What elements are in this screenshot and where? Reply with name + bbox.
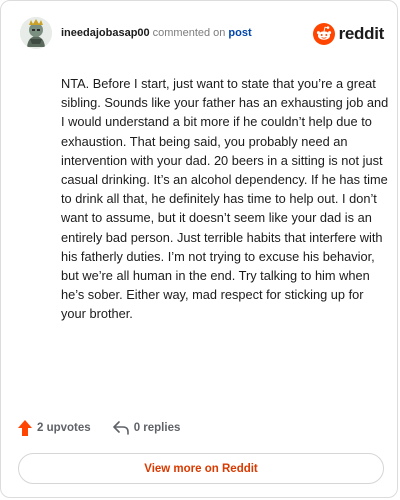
- username-link[interactable]: ineedajobasap00: [61, 27, 150, 39]
- comment-actions: 2 upvotes 0 replies: [18, 419, 180, 437]
- reddit-brand-link[interactable]: reddit: [312, 22, 385, 46]
- reply-arrow-icon: [112, 421, 129, 435]
- reddit-snoo-icon: [312, 23, 335, 45]
- view-more-button[interactable]: View more on Reddit: [18, 453, 384, 484]
- upvote-button[interactable]: 2 upvotes: [18, 420, 91, 436]
- reply-count: 0 replies: [133, 422, 181, 434]
- comment-meta: ineedajobasap00 commented on post: [61, 26, 252, 40]
- user-avatar[interactable]: [20, 17, 52, 49]
- comment-body: NTA. Before I start, just want to state …: [61, 76, 389, 322]
- reply-button[interactable]: 0 replies: [112, 421, 181, 435]
- post-link[interactable]: post: [228, 27, 251, 39]
- action-text: commented on: [152, 27, 226, 39]
- comment-header: ineedajobasap00 commented on post reddit: [20, 17, 384, 51]
- upvote-count: 2 upvotes: [37, 422, 91, 434]
- reddit-wordmark: reddit: [338, 24, 385, 43]
- upvote-arrow-icon: [18, 420, 32, 436]
- comment-embed-card: ineedajobasap00 commented on post reddit N…: [0, 0, 398, 498]
